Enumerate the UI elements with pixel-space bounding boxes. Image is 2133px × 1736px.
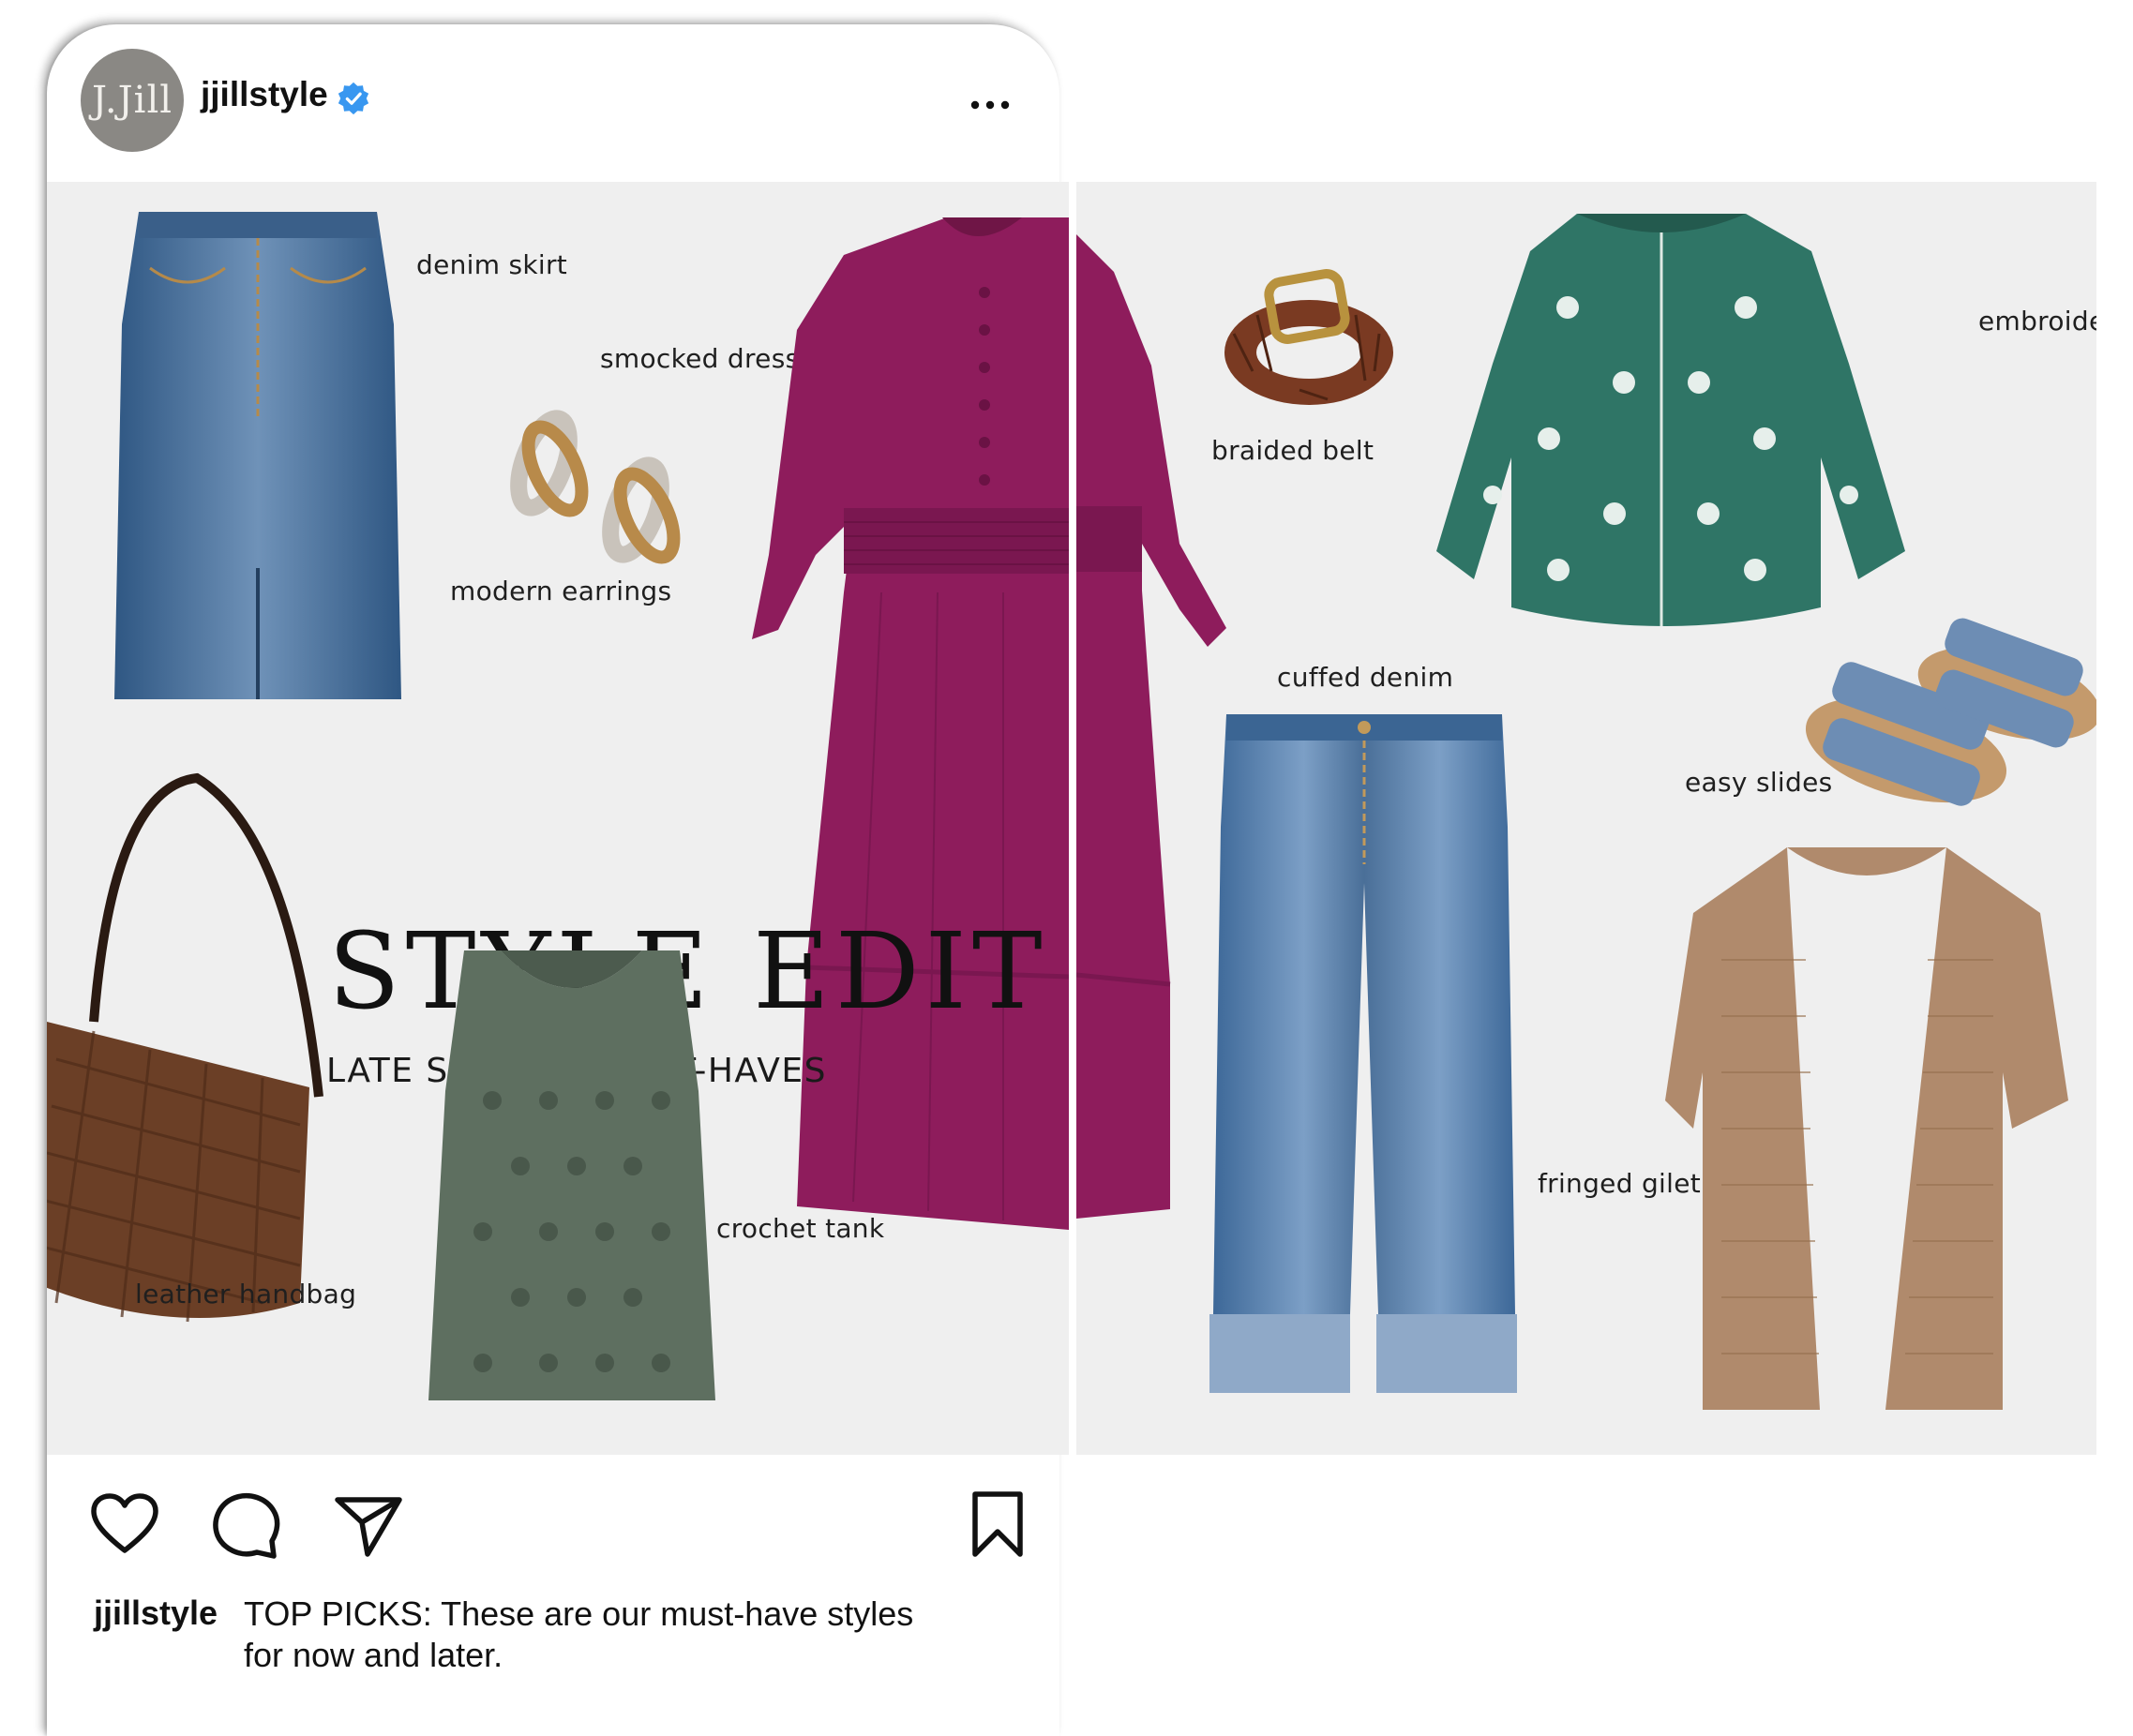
fringed-gilet-image <box>1665 847 2068 1410</box>
label-crochet-tank: crochet tank <box>716 1213 885 1244</box>
denim-skirt-image <box>114 212 401 699</box>
leather-handbag-image <box>47 772 323 1323</box>
crochet-tank-image <box>428 950 715 1400</box>
heart-icon[interactable] <box>90 1490 159 1560</box>
post-image-left: denim skirt smocked dress modern earring… <box>47 182 1069 1455</box>
easy-slides-image <box>1805 618 2096 806</box>
avatar-text: J.Jill <box>91 79 173 122</box>
earrings-image <box>510 410 681 564</box>
label-braided-belt: braided belt <box>1211 435 1374 466</box>
bookmark-icon[interactable] <box>969 1490 1026 1560</box>
verified-badge-icon <box>338 82 369 115</box>
more-options-icon[interactable] <box>968 94 1013 116</box>
cuffed-denim-image <box>1209 714 1517 1393</box>
post-username[interactable]: jjillstyle <box>201 75 328 114</box>
carousel-seam <box>1069 182 1076 1455</box>
caption-username[interactable]: jjillstyle <box>94 1594 218 1633</box>
label-leather-handbag: leather handbag <box>135 1279 357 1309</box>
caption-text: TOP PICKS: These are our must-have style… <box>244 1594 914 1674</box>
avatar[interactable]: J.Jill <box>81 49 184 152</box>
label-denim-skirt: denim skirt <box>416 249 568 280</box>
embroidered-top-image <box>1436 214 1905 626</box>
share-icon[interactable] <box>334 1490 403 1560</box>
comment-icon[interactable] <box>212 1490 281 1560</box>
label-modern-earrings: modern earrings <box>450 576 672 606</box>
braided-belt-image <box>1224 269 1393 405</box>
label-cuffed-denim: cuffed denim <box>1277 662 1454 693</box>
label-embroidered-top: embroidered top <box>1978 306 2096 337</box>
post-image-right: braided belt embroidered top cuffed deni… <box>1076 182 2096 1455</box>
